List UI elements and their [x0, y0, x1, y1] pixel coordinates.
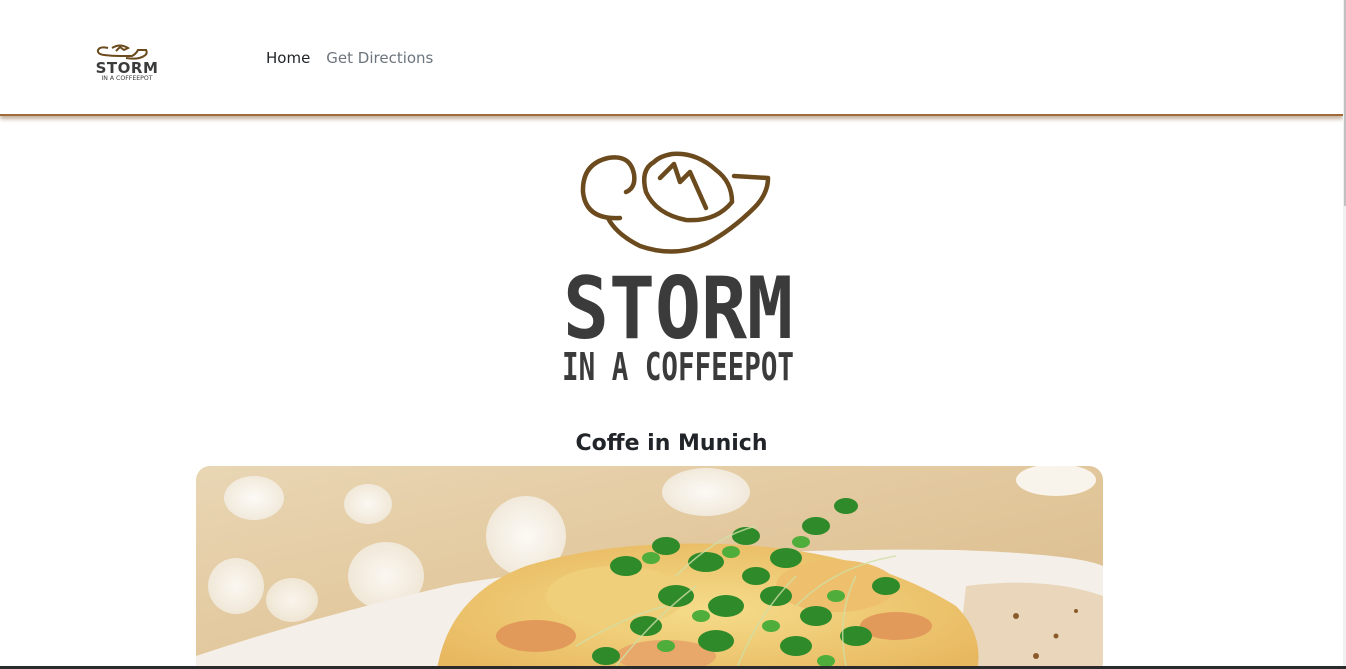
hero-word: STORM: [563, 259, 793, 359]
section-title: Coffe in Munich: [575, 431, 768, 456]
navbar: STORM IN A COFFEEPOT Home Get Directions: [0, 0, 1343, 116]
hero-tagline: IN A COFFEEPOT: [562, 345, 794, 389]
nav-links: Home Get Directions: [266, 48, 433, 68]
food-photo: [196, 466, 1103, 669]
nav-link-get-directions[interactable]: Get Directions: [326, 48, 433, 68]
brand-tagline: IN A COFFEEPOT: [101, 75, 152, 82]
plate-with-cress-photo-icon: [196, 466, 1103, 669]
brand-logo-link[interactable]: STORM IN A COFFEEPOT: [86, 42, 168, 82]
storm-coffeepot-logo-icon: STORM IN A COFFEEPOT: [562, 151, 794, 389]
storm-coffeepot-logo-icon: STORM IN A COFFEEPOT: [96, 44, 158, 82]
hero-logo: STORM IN A COFFEEPOT: [556, 142, 800, 390]
nav-link-home[interactable]: Home: [266, 48, 310, 68]
